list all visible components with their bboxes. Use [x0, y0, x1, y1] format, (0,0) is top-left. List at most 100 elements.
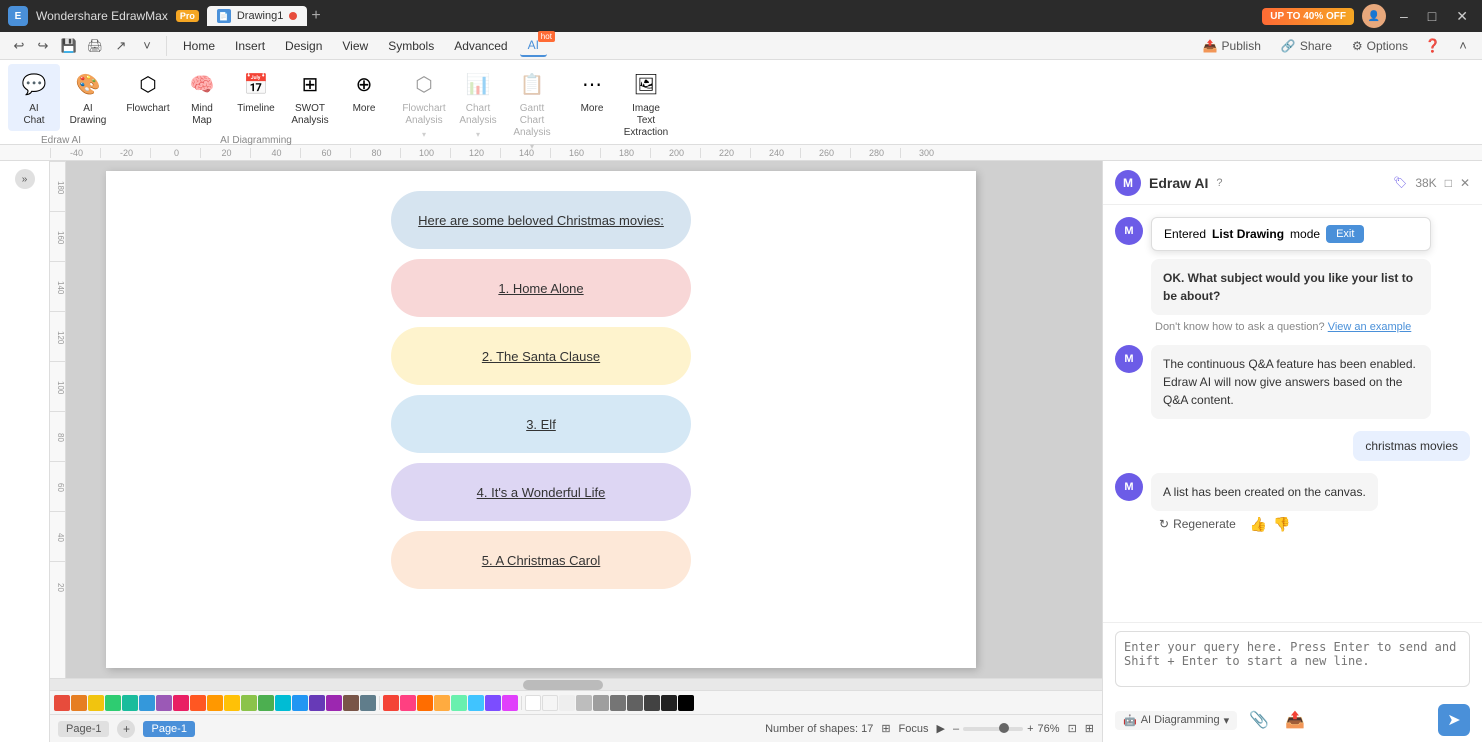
play-icon[interactable]: ▶	[937, 722, 945, 735]
color-white[interactable]	[525, 695, 541, 711]
color-deep-purple[interactable]	[309, 695, 325, 711]
list-item-1[interactable]: 1. Home Alone	[391, 259, 691, 317]
color-teal[interactable]	[122, 695, 138, 711]
color-grey4[interactable]	[610, 695, 626, 711]
ribbon-flowchart[interactable]: ⬡ Flowchart	[122, 64, 174, 131]
exit-mode-button[interactable]: Exit	[1326, 225, 1364, 243]
help-button[interactable]: ❓	[1422, 35, 1444, 57]
color-yellow[interactable]	[88, 695, 104, 711]
options-button[interactable]: ⚙ Options	[1346, 37, 1414, 55]
color-purple2[interactable]	[485, 695, 501, 711]
save-button[interactable]: 💾	[58, 35, 80, 57]
color-grey6[interactable]	[644, 695, 660, 711]
thumbs-up-button[interactable]: 👍	[1250, 516, 1267, 533]
menu-symbols[interactable]: Symbols	[380, 36, 442, 56]
menu-view[interactable]: View	[334, 36, 376, 56]
zoom-out-button[interactable]: –	[953, 723, 959, 735]
menu-ai[interactable]: AI hot	[520, 35, 547, 57]
color-light-amber[interactable]	[224, 695, 240, 711]
export-button[interactable]: ↗	[110, 35, 132, 57]
active-tab[interactable]: 📄 Drawing1	[207, 6, 307, 26]
print-button[interactable]: 🖨	[84, 35, 106, 57]
page-tab-active[interactable]: Page-1	[143, 721, 194, 737]
expand-button[interactable]: ⊞	[1085, 722, 1094, 735]
menu-insert[interactable]: Insert	[227, 36, 273, 56]
horizontal-scrollbar[interactable]	[50, 678, 1102, 690]
color-amber[interactable]	[207, 695, 223, 711]
list-item-header[interactable]: Here are some beloved Christmas movies:	[391, 191, 691, 249]
undo-button[interactable]: ↩	[8, 35, 30, 57]
color-blue-grey[interactable]	[360, 695, 376, 711]
color-grey5[interactable]	[627, 695, 643, 711]
color-medium-green[interactable]	[258, 695, 274, 711]
color-purple[interactable]	[156, 695, 172, 711]
regenerate-button[interactable]: ↻ Regenerate	[1151, 515, 1244, 533]
publish-button[interactable]: 📤 Publish	[1197, 37, 1267, 55]
fit-page-button[interactable]: ⊡	[1068, 722, 1077, 735]
ai-help-icon[interactable]: ?	[1216, 177, 1222, 189]
add-page-button[interactable]: +	[117, 720, 135, 738]
scrollbar-thumb[interactable]	[523, 680, 603, 690]
drawing-canvas[interactable]: Here are some beloved Christmas movies: …	[66, 161, 1102, 678]
ribbon-timeline[interactable]: 📅 Timeline	[230, 64, 282, 131]
ribbon-ai-chat[interactable]: 💬 AIChat	[8, 64, 60, 131]
zoom-in-button[interactable]: +	[1027, 723, 1033, 735]
color-light-green[interactable]	[241, 695, 257, 711]
ribbon-ai-drawing[interactable]: 🎨 AIDrawing	[62, 64, 114, 131]
ribbon-swot[interactable]: ⊞ SWOTAnalysis	[284, 64, 336, 131]
close-button[interactable]: ✕	[1450, 6, 1474, 27]
canvas-page[interactable]: Here are some beloved Christmas movies: …	[106, 171, 976, 668]
color-grey2[interactable]	[576, 695, 592, 711]
color-green[interactable]	[105, 695, 121, 711]
redo-button[interactable]: ↪	[32, 35, 54, 57]
thumbs-down-button[interactable]: 👎	[1273, 516, 1290, 533]
color-light-blue[interactable]	[292, 695, 308, 711]
color-orange2[interactable]	[417, 695, 433, 711]
ribbon-mind-map[interactable]: 🧠 MindMap	[176, 64, 228, 131]
color-deep-orange[interactable]	[190, 695, 206, 711]
zoom-slider[interactable]	[963, 727, 1023, 731]
color-grey3[interactable]	[593, 695, 609, 711]
ribbon-image-extraction[interactable]: 🖼 Image TextExtraction	[620, 64, 672, 143]
ai-query-input[interactable]	[1115, 631, 1470, 687]
ai-export-button[interactable]: 📤	[1281, 706, 1309, 734]
menu-advanced[interactable]: Advanced	[446, 36, 515, 56]
color-pink2[interactable]	[400, 695, 416, 711]
ai-example-link[interactable]: View an example	[1328, 321, 1412, 333]
ai-mode-selector[interactable]: 🤖 AI Diagramming ▾	[1115, 711, 1237, 730]
ai-panel-close[interactable]: ✕	[1460, 176, 1470, 190]
color-near-black[interactable]	[661, 695, 677, 711]
color-magenta[interactable]	[326, 695, 342, 711]
list-item-5[interactable]: 5. A Christmas Carol	[391, 531, 691, 589]
share-button[interactable]: 🔗 Share	[1275, 37, 1338, 55]
color-brown[interactable]	[343, 695, 359, 711]
menu-design[interactable]: Design	[277, 36, 330, 56]
minimize-button[interactable]: –	[1394, 6, 1414, 26]
color-light-grey[interactable]	[542, 695, 558, 711]
maximize-button[interactable]: □	[1422, 6, 1442, 26]
color-purple3[interactable]	[502, 695, 518, 711]
list-item-4[interactable]: 4. It's a Wonderful Life	[391, 463, 691, 521]
add-tab-button[interactable]: +	[311, 7, 320, 25]
ribbon-more-smart[interactable]: ⋯ More	[566, 64, 618, 143]
list-item-3[interactable]: 3. Elf	[391, 395, 691, 453]
color-black[interactable]	[678, 695, 694, 711]
page-tab-inactive[interactable]: Page-1	[58, 721, 109, 737]
color-grey1[interactable]	[559, 695, 575, 711]
collapse-ribbon-button[interactable]: ˄	[1452, 35, 1474, 57]
ribbon-more-diagramming[interactable]: ⊕ More	[338, 64, 390, 131]
color-red[interactable]	[54, 695, 70, 711]
color-blue2[interactable]	[468, 695, 484, 711]
color-red2[interactable]	[383, 695, 399, 711]
user-avatar[interactable]: 👤	[1362, 4, 1386, 28]
ai-send-button[interactable]: ➤	[1438, 704, 1470, 736]
color-blue[interactable]	[139, 695, 155, 711]
menu-home[interactable]: Home	[175, 36, 223, 56]
color-cyan[interactable]	[275, 695, 291, 711]
expand-panels-button[interactable]: »	[15, 169, 35, 189]
more-options-button[interactable]: ˅	[136, 35, 158, 57]
color-orange3[interactable]	[434, 695, 450, 711]
ai-panel-minimize[interactable]: □	[1445, 176, 1452, 190]
focus-label[interactable]: Focus	[899, 723, 929, 735]
color-pink[interactable]	[173, 695, 189, 711]
